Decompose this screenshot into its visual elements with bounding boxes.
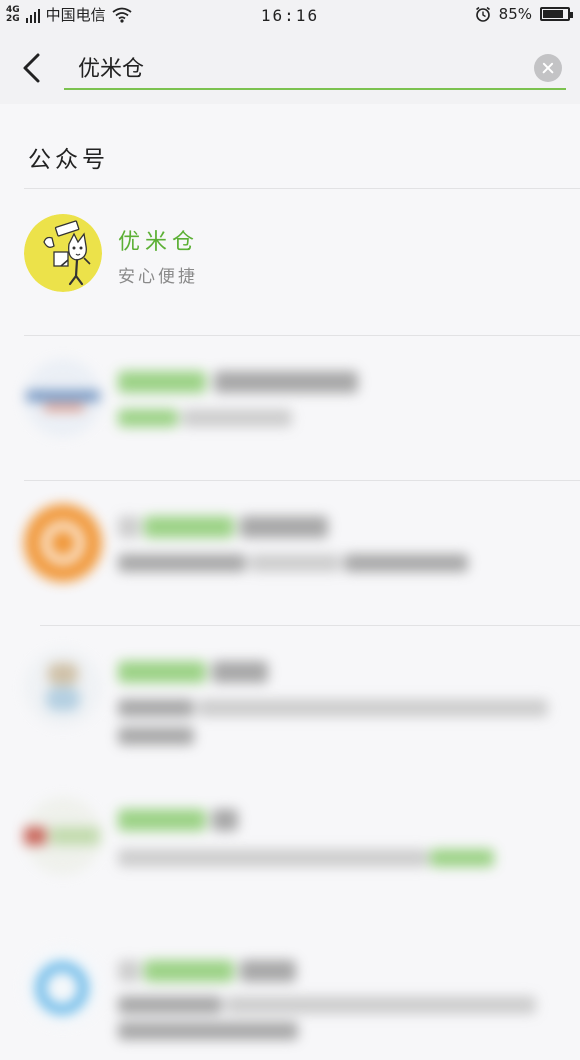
- status-right: 85%: [475, 5, 573, 23]
- account-avatar[interactable]: [24, 214, 102, 292]
- blurred-text: [144, 960, 234, 982]
- result-item[interactable]: [0, 482, 580, 622]
- blurred-text: [118, 699, 194, 717]
- blurred-text: [240, 516, 328, 538]
- blurred-text: [118, 409, 178, 427]
- blurred-text: [226, 996, 536, 1014]
- blurred-text: [118, 727, 194, 745]
- result-divider: [24, 335, 580, 336]
- section-title: 公众号: [28, 147, 109, 173]
- blurred-text: [118, 516, 140, 538]
- blurred-text: [182, 409, 292, 427]
- result-divider: [24, 480, 580, 481]
- chevron-left-icon[interactable]: [18, 52, 46, 84]
- result-item[interactable]: 优米仓 安心便捷: [0, 190, 580, 330]
- alarm-clock-icon: [475, 6, 490, 22]
- blurred-text: [430, 849, 494, 867]
- battery-icon: [540, 7, 573, 21]
- blurred-text: [118, 554, 246, 572]
- battery-fill: [543, 10, 563, 18]
- blurred-text: [118, 1022, 298, 1040]
- account-avatar[interactable]: [24, 359, 102, 437]
- result-divider: [40, 625, 580, 626]
- account-avatar[interactable]: [24, 797, 102, 875]
- account-name: 优米仓: [118, 224, 199, 256]
- blurred-text: [118, 371, 206, 393]
- blurred-text: [214, 371, 358, 393]
- blurred-text: [118, 960, 140, 982]
- blurred-text: [212, 809, 238, 831]
- status-bar: 4G 2G 中国电信 16:16 85%: [0, 0, 580, 32]
- blurred-text: [144, 516, 234, 538]
- blurred-text: [198, 699, 548, 717]
- blurred-text: [118, 996, 222, 1014]
- blurred-text: [118, 661, 206, 683]
- blurred-text: [118, 849, 428, 867]
- search-input[interactable]: [64, 52, 518, 82]
- battery-percent: 85%: [498, 5, 532, 23]
- blurred-text: [250, 554, 340, 572]
- result-item[interactable]: [0, 627, 580, 767]
- search-underline: [64, 88, 566, 90]
- account-avatar[interactable]: [24, 649, 102, 727]
- blurred-text: [212, 661, 268, 683]
- result-item[interactable]: [0, 337, 580, 477]
- result-item[interactable]: [0, 775, 580, 915]
- search-header: [0, 32, 580, 104]
- account-name-highlight: 优米仓: [118, 230, 200, 255]
- section-divider: [24, 188, 580, 189]
- blurred-text: [240, 960, 296, 982]
- account-avatar[interactable]: [24, 504, 102, 582]
- clear-circle-icon[interactable]: [534, 54, 562, 82]
- account-avatar[interactable]: [24, 948, 102, 1026]
- result-item[interactable]: [0, 920, 580, 1060]
- blurred-text: [118, 809, 206, 831]
- blurred-text: [344, 554, 468, 572]
- account-description: 安心便捷: [118, 267, 198, 287]
